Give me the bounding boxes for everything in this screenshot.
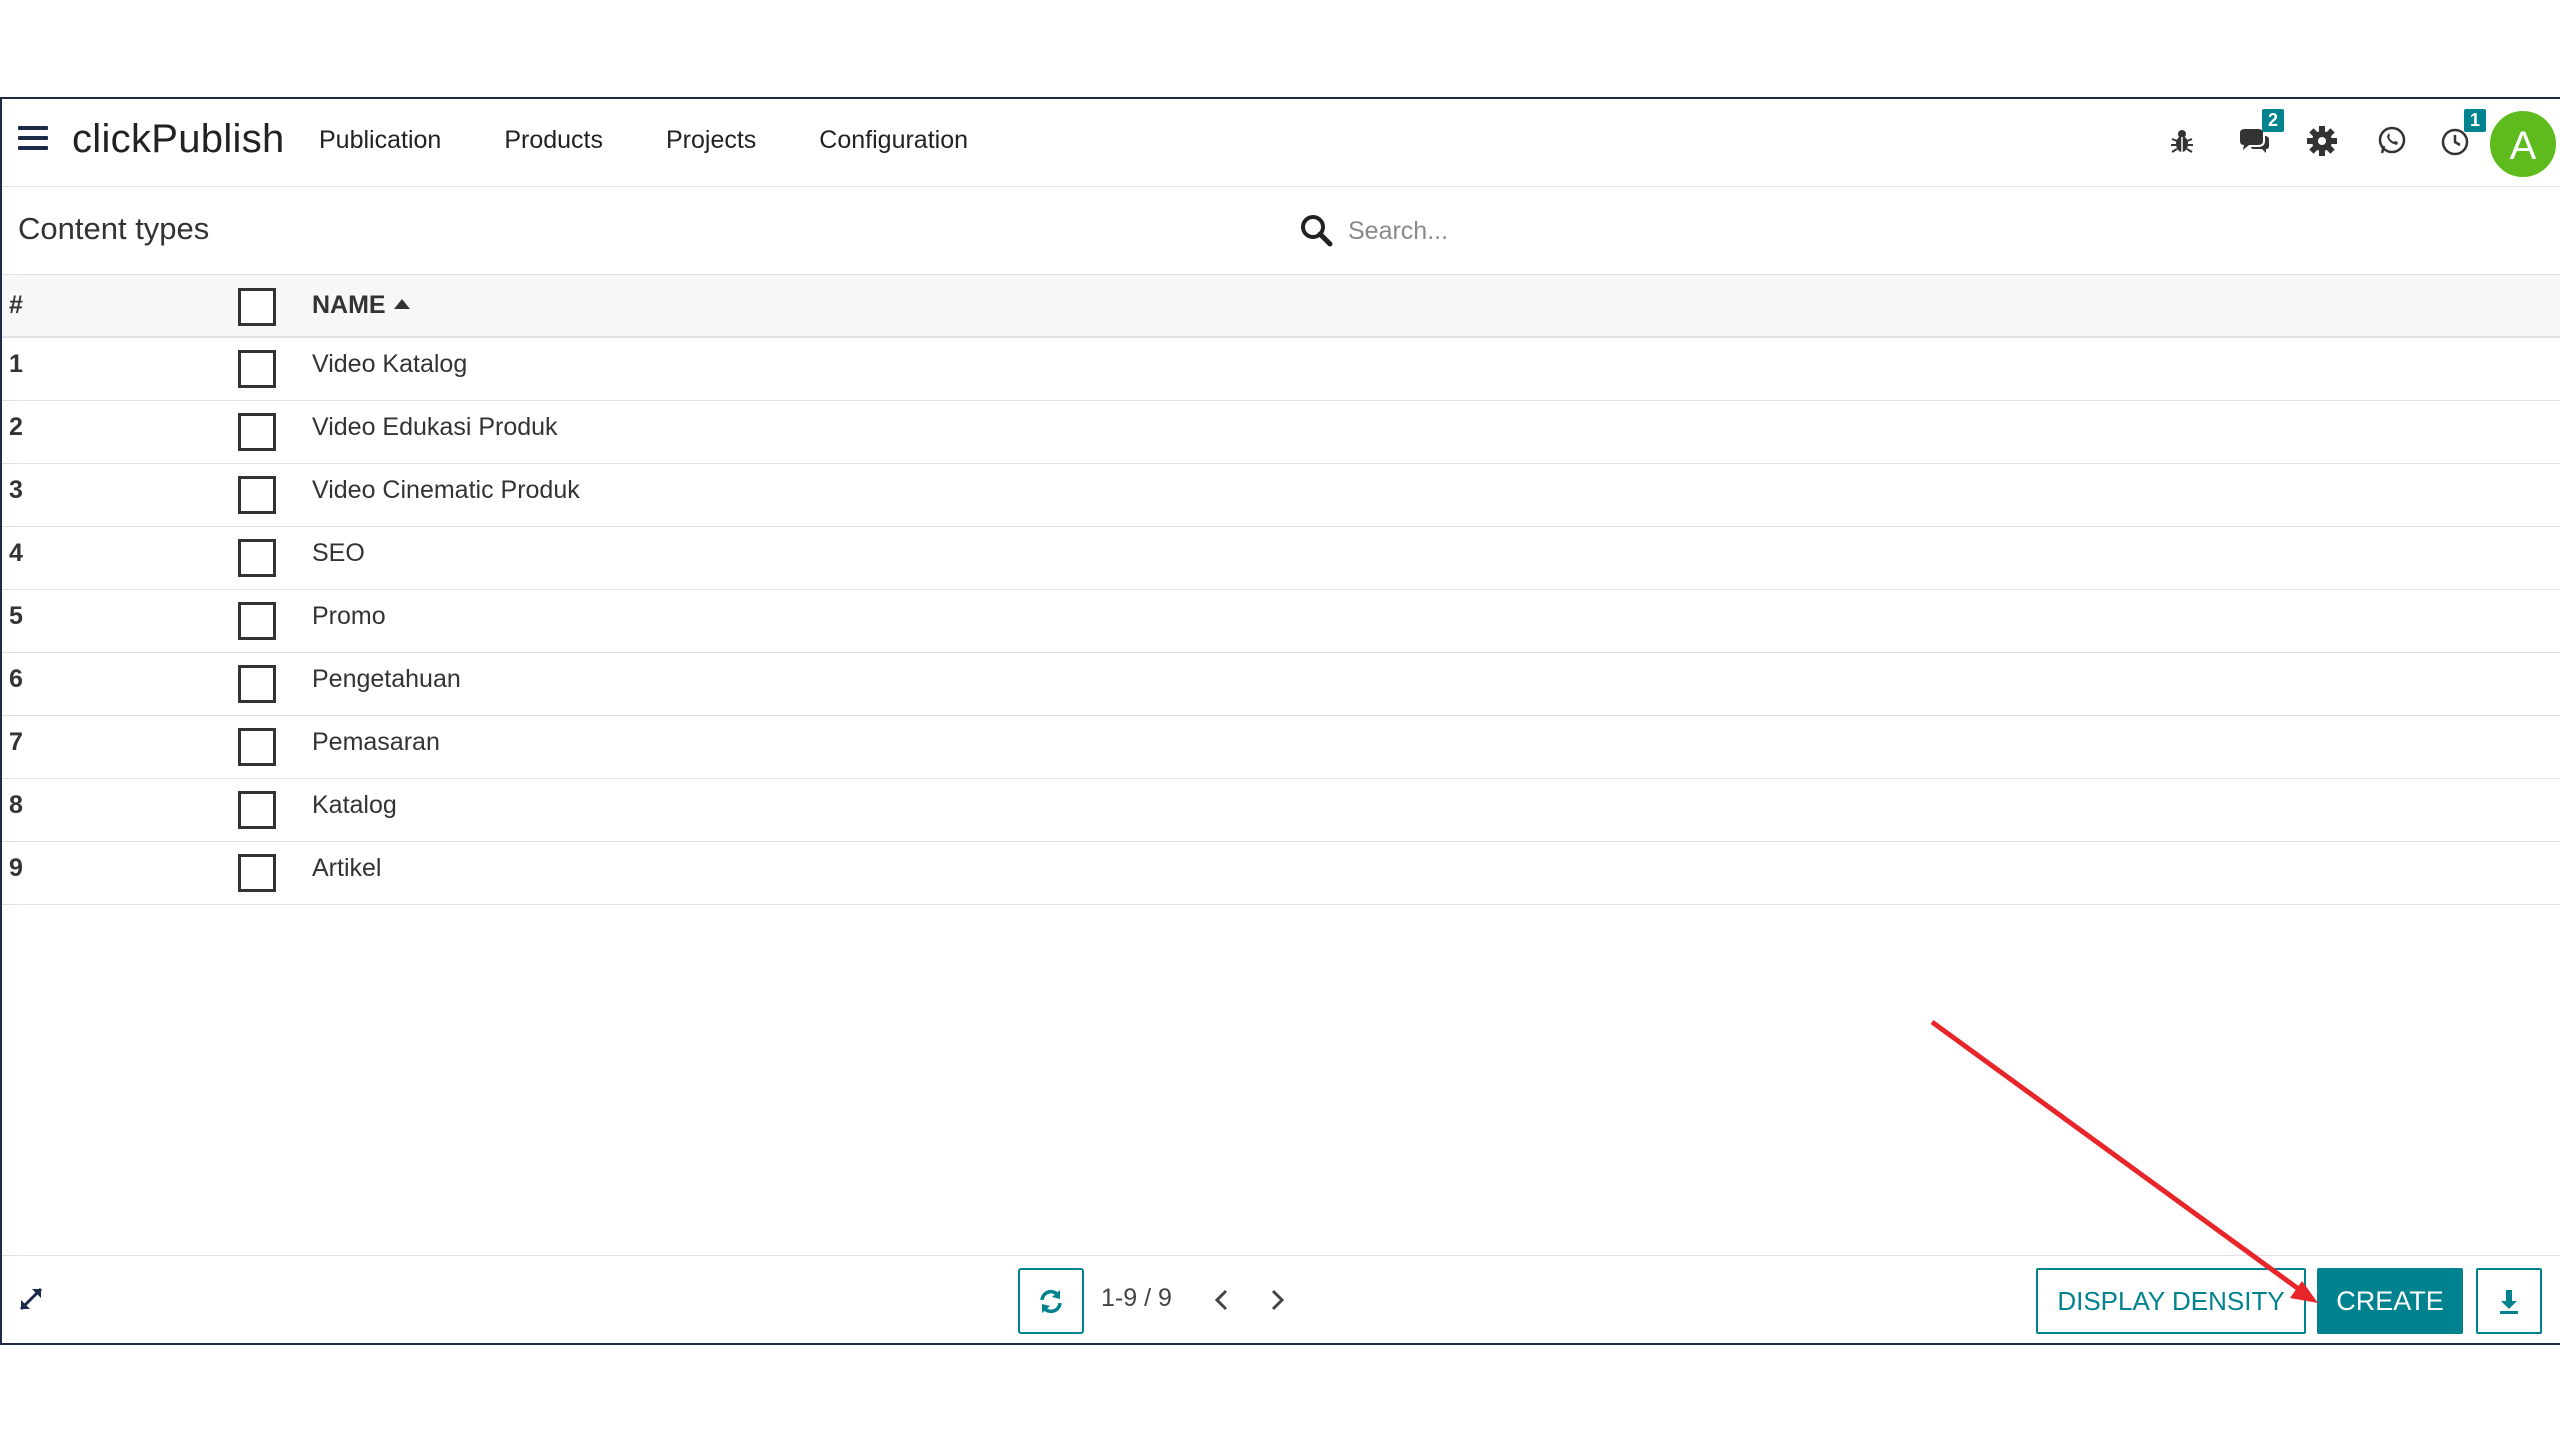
whatsapp-icon[interactable] bbox=[2374, 123, 2410, 159]
app-window: clickPublish Publication Products Projec… bbox=[0, 97, 2560, 1345]
bug-icon[interactable] bbox=[2164, 123, 2200, 159]
table-row[interactable]: 5 Promo bbox=[2, 589, 2560, 652]
header-number: # bbox=[2, 275, 224, 338]
control-panel: Content types bbox=[2, 187, 2560, 275]
row-name[interactable]: Katalog bbox=[312, 778, 2560, 841]
row-name[interactable]: Video Cinematic Produk bbox=[312, 463, 2560, 526]
app-brand[interactable]: clickPublish bbox=[72, 117, 285, 162]
row-name[interactable]: Pemasaran bbox=[312, 715, 2560, 778]
content-types-table: # NAME 1 Video Katalog 2 Video Edukasi P… bbox=[2, 275, 2560, 905]
table-row[interactable]: 7 Pemasaran bbox=[2, 715, 2560, 778]
activity-badge: 1 bbox=[2463, 109, 2486, 132]
table-row[interactable]: 8 Katalog bbox=[2, 778, 2560, 841]
menu-item-projects[interactable]: Projects bbox=[666, 126, 756, 155]
table-row[interactable]: 1 Video Katalog bbox=[2, 337, 2560, 400]
row-number: 8 bbox=[9, 790, 23, 819]
table-row[interactable]: 9 Artikel bbox=[2, 841, 2560, 904]
list-footer: 1-9 / 9 DISPLAY DENSITY CREATE bbox=[2, 1255, 2560, 1343]
row-name[interactable]: SEO bbox=[312, 526, 2560, 589]
create-button[interactable]: CREATE bbox=[2317, 1268, 2463, 1334]
hamburger-menu-icon[interactable] bbox=[18, 126, 48, 156]
row-name[interactable]: Artikel bbox=[312, 841, 2560, 904]
row-number: 1 bbox=[9, 350, 23, 378]
row-checkbox[interactable] bbox=[238, 853, 276, 892]
row-name[interactable]: Pengetahuan bbox=[312, 652, 2560, 715]
row-number: 4 bbox=[9, 538, 23, 567]
download-icon bbox=[2500, 1290, 2518, 1314]
top-navbar: clickPublish Publication Products Projec… bbox=[2, 99, 2560, 187]
sort-ascending-icon bbox=[393, 299, 410, 310]
messages-badge: 2 bbox=[2261, 109, 2284, 132]
row-checkbox[interactable] bbox=[238, 727, 276, 766]
select-all-checkbox[interactable] bbox=[238, 287, 276, 326]
display-density-button[interactable]: DISPLAY DENSITY bbox=[2036, 1268, 2306, 1334]
main-menu: Publication Products Projects Configurat… bbox=[319, 126, 1031, 155]
search-icon[interactable] bbox=[1298, 212, 1334, 248]
row-checkbox[interactable] bbox=[238, 664, 276, 703]
row-checkbox[interactable] bbox=[238, 538, 276, 577]
refresh-icon bbox=[1040, 1289, 1062, 1314]
row-number: 6 bbox=[9, 664, 23, 693]
page-title: Content types bbox=[18, 211, 210, 246]
header-name[interactable]: NAME bbox=[312, 275, 2560, 338]
pager-value[interactable]: 1-9 / 9 bbox=[1101, 1284, 1172, 1313]
table-row[interactable]: 4 SEO bbox=[2, 526, 2560, 589]
systray: 2 1 A bbox=[1960, 99, 2560, 187]
row-checkbox[interactable] bbox=[238, 412, 276, 451]
menu-item-configuration[interactable]: Configuration bbox=[819, 126, 968, 155]
row-checkbox[interactable] bbox=[238, 790, 276, 829]
fullscreen-expand-icon[interactable] bbox=[16, 1284, 46, 1314]
table-header-row: # NAME bbox=[2, 275, 2560, 338]
row-number: 9 bbox=[9, 853, 23, 882]
row-name[interactable]: Video Edukasi Produk bbox=[312, 400, 2560, 463]
gear-icon[interactable] bbox=[2304, 123, 2340, 159]
table-row[interactable]: 2 Video Edukasi Produk bbox=[2, 400, 2560, 463]
row-number: 7 bbox=[9, 727, 23, 756]
messages-icon[interactable]: 2 bbox=[2236, 109, 2284, 159]
table-row[interactable]: 6 Pengetahuan bbox=[2, 652, 2560, 715]
menu-item-publication[interactable]: Publication bbox=[319, 126, 441, 155]
pager-previous-icon[interactable] bbox=[1208, 1286, 1236, 1314]
header-name-label: NAME bbox=[312, 291, 386, 319]
row-number: 5 bbox=[9, 601, 23, 630]
row-checkbox[interactable] bbox=[238, 601, 276, 640]
pager-next-icon[interactable] bbox=[1263, 1286, 1291, 1314]
refresh-button[interactable] bbox=[1018, 1268, 1084, 1334]
row-number: 3 bbox=[9, 475, 23, 504]
user-avatar[interactable]: A bbox=[2488, 109, 2558, 179]
search-input[interactable] bbox=[1348, 209, 2048, 253]
header-select-all bbox=[224, 275, 312, 338]
row-checkbox[interactable] bbox=[238, 475, 276, 514]
menu-item-products[interactable]: Products bbox=[504, 126, 603, 155]
table-row[interactable]: 3 Video Cinematic Produk bbox=[2, 463, 2560, 526]
row-checkbox[interactable] bbox=[238, 350, 276, 388]
row-name[interactable]: Video Katalog bbox=[312, 337, 2560, 400]
download-button[interactable] bbox=[2476, 1268, 2542, 1334]
row-number: 2 bbox=[9, 412, 23, 441]
activity-clock-icon[interactable]: 1 bbox=[2438, 109, 2486, 159]
row-name[interactable]: Promo bbox=[312, 589, 2560, 652]
